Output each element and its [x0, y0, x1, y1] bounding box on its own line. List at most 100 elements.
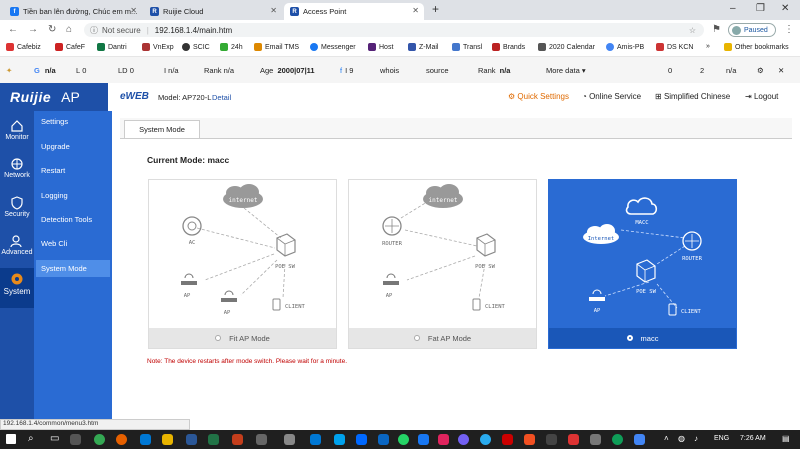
taskbar-app-icon[interactable]: [70, 434, 81, 445]
taskbar-app-icon[interactable]: [634, 434, 645, 445]
taskbar-app-icon[interactable]: [546, 434, 557, 445]
whatsapp-icon[interactable]: [398, 434, 409, 445]
seo-item[interactable]: 0: [668, 66, 672, 75]
omnibox[interactable]: ⓘ Not secure | 192.168.1.4/main.htm ☆: [84, 23, 704, 37]
seo-item[interactable]: Gn/a: [34, 66, 56, 75]
rail-item-monitor[interactable]: Monitor: [0, 115, 34, 153]
quick-settings-link[interactable]: ⚙ Quick Settings: [508, 92, 569, 101]
mode-option[interactable]: Fit AP Mode: [149, 328, 336, 348]
submenu-system-mode[interactable]: System Mode: [36, 260, 110, 277]
minimize-icon[interactable]: –: [730, 3, 736, 14]
taskbar-app-icon[interactable]: [284, 434, 295, 445]
taskbar-app-icon[interactable]: [256, 434, 267, 445]
taskbar-app-icon[interactable]: [310, 434, 321, 445]
tray-overflow-icon[interactable]: ˄: [664, 434, 669, 443]
back-icon[interactable]: ←: [8, 24, 18, 35]
bookmark-item[interactable]: SCIC: [182, 43, 210, 51]
rail-item-system[interactable]: System: [0, 268, 34, 308]
submenu-settings[interactable]: Settings: [36, 113, 110, 130]
rail-item-security[interactable]: Security: [0, 192, 34, 230]
window-close-icon[interactable]: ✕: [781, 3, 789, 14]
submenu-detection-tools[interactable]: Detection Tools: [36, 211, 110, 228]
new-tab-icon[interactable]: +: [432, 2, 439, 16]
bookmark-item[interactable]: Amis-PB: [606, 43, 644, 51]
bookmark-item[interactable]: Cafebiz: [6, 43, 41, 51]
bookmark-item[interactable]: DS KCN: [656, 43, 693, 51]
browser-tab-facebook[interactable]: f Tiền ban lên đường, Chúc em m... ✕: [4, 3, 142, 20]
browser-tab-access-point[interactable]: R Access Point ✕: [284, 3, 424, 20]
rail-item-network[interactable]: Network: [0, 153, 34, 191]
submenu-restart[interactable]: Restart: [36, 162, 110, 179]
taskbar-app-icon[interactable]: [438, 434, 449, 445]
maximize-icon[interactable]: ❐: [756, 3, 765, 14]
seo-item[interactable]: 2: [700, 66, 704, 75]
network-tray-icon[interactable]: ◍: [678, 434, 685, 443]
tab-system-mode[interactable]: System Mode: [124, 120, 200, 138]
close-icon[interactable]: ✕: [270, 6, 277, 15]
close-icon[interactable]: ✕: [778, 66, 784, 75]
bookmark-item[interactable]: Z-Mail: [408, 43, 438, 51]
taskbar-app-icon[interactable]: [418, 434, 429, 445]
taskbar-app-icon[interactable]: [612, 434, 623, 445]
seo-item[interactable]: Rank n/a: [204, 66, 234, 75]
bookmark-item[interactable]: Transl: [452, 43, 482, 51]
seo-item[interactable]: n/a: [726, 66, 736, 75]
close-icon[interactable]: ✕: [412, 6, 419, 15]
extension-icon[interactable]: ⚑: [712, 24, 721, 35]
bookmark-item[interactable]: Email TMS: [254, 43, 299, 51]
viber-icon[interactable]: [458, 434, 469, 445]
seo-item[interactable]: LD 0: [118, 66, 134, 75]
seo-item[interactable]: I n/a: [164, 66, 179, 75]
taskbar-app-icon[interactable]: [524, 434, 535, 445]
bookmarks-overflow-icon[interactable]: »: [706, 43, 710, 50]
home-icon[interactable]: ⌂: [66, 24, 72, 35]
radio-button[interactable]: [215, 335, 222, 341]
input-language[interactable]: ENG: [714, 435, 729, 442]
seo-item[interactable]: Rank n/a: [478, 66, 510, 75]
close-icon[interactable]: ✕: [130, 6, 137, 15]
taskbar-app-icon[interactable]: [502, 434, 513, 445]
mode-card-fat-ap[interactable]: internet ROUTER POE SW AP CLIENT Fat AP …: [348, 179, 537, 349]
bookmark-item[interactable]: Brands: [492, 43, 525, 51]
zalo-icon[interactable]: [356, 434, 367, 445]
seo-item[interactable]: fI 9: [340, 66, 353, 75]
submenu-web-cli[interactable]: Web Cli: [36, 235, 110, 252]
forward-icon[interactable]: →: [28, 24, 38, 35]
gear-icon[interactable]: ⚙: [757, 66, 764, 75]
seo-item[interactable]: Age 2000|07|11: [260, 66, 315, 75]
taskbar-app-icon[interactable]: [568, 434, 579, 445]
telegram-icon[interactable]: [480, 434, 491, 445]
bookmark-item[interactable]: Dantri: [97, 43, 127, 51]
language-link[interactable]: ⊞ Simplified Chinese: [655, 92, 730, 101]
profile-paused-button[interactable]: Paused: [728, 23, 776, 37]
submenu-upgrade[interactable]: Upgrade: [36, 138, 110, 155]
notification-icon[interactable]: ▤: [782, 434, 790, 443]
online-service-link[interactable]: ◔ Online Service: [582, 92, 641, 101]
radio-button[interactable]: [626, 335, 633, 341]
seo-item[interactable]: whois: [380, 66, 399, 75]
task-view-icon[interactable]: ▭: [50, 433, 59, 444]
chrome-icon[interactable]: [94, 434, 105, 445]
bookmark-item[interactable]: Messenger: [310, 43, 356, 51]
bookmark-item[interactable]: Host: [368, 43, 393, 51]
word-icon[interactable]: [186, 434, 197, 445]
submenu-logging[interactable]: Logging: [36, 187, 110, 204]
mode-option[interactable]: macc: [549, 328, 736, 348]
excel-icon[interactable]: [208, 434, 219, 445]
windows-start-icon[interactable]: [6, 434, 16, 444]
mode-option[interactable]: Fat AP Mode: [349, 328, 536, 348]
firefox-icon[interactable]: [116, 434, 127, 445]
file-explorer-icon[interactable]: [162, 434, 173, 445]
info-icon[interactable]: ⓘ: [90, 25, 98, 36]
taskbar-app-icon[interactable]: [334, 434, 345, 445]
more-data-dropdown[interactable]: More data ▾: [546, 66, 586, 75]
taskbar-app-icon[interactable]: [590, 434, 601, 445]
browser-tab-ruijie-cloud[interactable]: R Ruijie Cloud ✕: [144, 3, 282, 20]
rail-item-advanced[interactable]: Advanced: [0, 230, 34, 268]
powerpoint-icon[interactable]: [232, 434, 243, 445]
logout-link[interactable]: ⇥ Logout: [745, 92, 778, 101]
star-icon[interactable]: ☆: [689, 26, 696, 35]
search-icon[interactable]: ⌕: [28, 433, 34, 444]
seo-item[interactable]: source: [426, 66, 449, 75]
reload-icon[interactable]: ↻: [48, 24, 56, 35]
